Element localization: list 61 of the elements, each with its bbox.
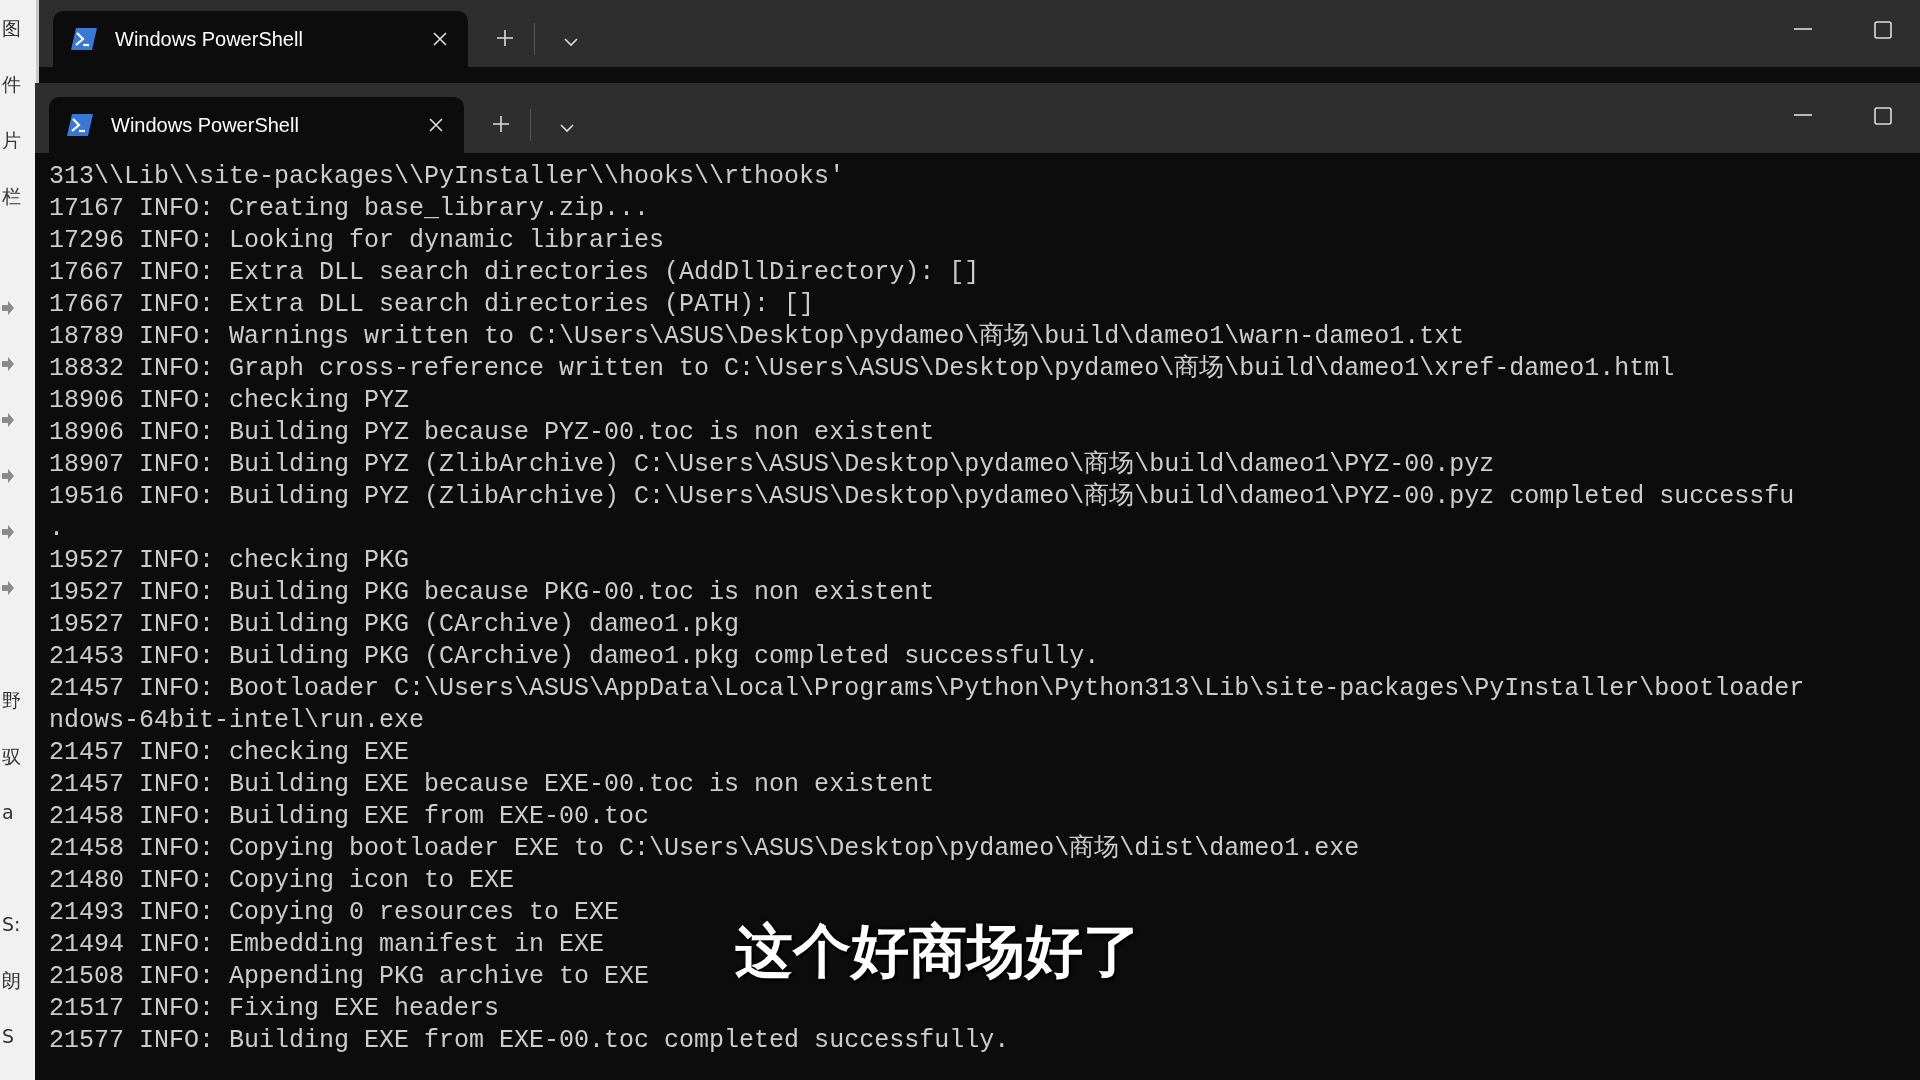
terminal-line: 21577 INFO: Building EXE from EXE-00.toc completed successfully. [49,1025,1010,1057]
chevron-down-icon[interactable] [559,123,575,133]
terminal-line: 21453 INFO: Building PKG (CArchive) dameo1.pkg completed successfully. [49,641,1100,673]
terminal-line: 21458 INFO: Building EXE from EXE-00.toc [49,801,650,833]
tab-title: Windows PowerShell [115,27,304,51]
terminal-line: 19527 INFO: Building PKG (CArchive) dameo1.pkg [49,609,740,641]
terminal-line: 19527 INFO: checking PKG [49,545,410,577]
terminal-line: 19516 INFO: Building PYZ (ZlibArchive) C:\Users\ASUS\Desktop\pydameo\商场\build\dameo1\PYZ-00.pyz completed successfu [49,481,1795,513]
terminal-tab[interactable]: Windows PowerShell [49,97,464,153]
terminal-line: 18832 INFO: Graph cross-reference written to C:\Users\ASUS\Desktop\pydameo\商场\build\dameo1\xref-dameo1.html [49,353,1675,385]
terminal-line: . [49,513,64,545]
sidebar-label: 件 [1,72,22,97]
minimize-icon[interactable] [1794,113,1812,117]
sidebar-label: S [1,1024,16,1049]
sidebar-label: 野 [1,688,22,713]
terminal-line: 17167 INFO: Creating base_library.zip... [49,193,650,225]
powershell-icon [67,114,93,136]
terminal-line: 18906 INFO: Building PYZ because PYZ-00.toc is non existent [49,417,935,449]
arrow-icon [2,357,14,371]
terminal-line: 17296 INFO: Looking for dynamic libraries [49,225,665,257]
arrow-icon [2,301,14,315]
terminal-line: 21457 INFO: checking EXE [49,737,410,769]
terminal-line: 17667 INFO: Extra DLL search directories (PATH): [] [49,289,815,321]
terminal-line: 18907 INFO: Building PYZ (ZlibArchive) C:\Users\ASUS\Desktop\pydameo\商场\build\dameo1\PYZ-00.pyz [49,449,1495,481]
close-icon[interactable] [428,117,444,133]
subtitle-caption: 这个好商场好了 [735,916,1141,987]
terminal-line: 21480 INFO: Copying icon to EXE [49,865,515,897]
terminal-line: 18906 INFO: checking PYZ [49,385,410,417]
terminal-line: 21457 INFO: Building EXE because EXE-00.toc is non existent [49,769,935,801]
sidebar-label: S: [1,912,22,937]
sidebar-label: 栏 [1,184,22,209]
terminal-line: 19527 INFO: Building PKG because PKG-00.toc is non existent [49,577,935,609]
minimize-icon[interactable] [1794,27,1812,31]
arrow-icon [2,413,14,427]
sidebar-label: a [1,800,15,825]
terminal-line: 21517 INFO: Fixing EXE headers [49,993,500,1025]
arrow-icon [2,581,14,595]
terminal-line: 17667 INFO: Extra DLL search directories (AddDllDirectory): [] [49,257,980,289]
powershell-icon [71,28,97,50]
terminal-line: 21457 INFO: Bootloader C:\Users\ASUS\AppData\Local\Programs\Python\Python313\Lib\site-packages\PyInstaller\bootloader [49,673,1805,705]
sidebar-label: 片 [1,128,22,153]
terminal-tab[interactable]: Windows PowerShell [53,11,468,67]
arrow-icon [2,525,14,539]
sidebar-label: 朗 [1,968,22,993]
tab-title: Windows PowerShell [111,113,300,137]
terminal-line: 18789 INFO: Warnings written to C:\Users\ASUS\Desktop\pydameo\商场\build\dameo1\warn-dameo1.txt [49,321,1465,353]
terminal-line: ndows-64bit-intel\run.exe [49,705,425,737]
sidebar-label: 图 [1,16,22,41]
plus-icon[interactable] [496,29,514,47]
arrow-icon [2,469,14,483]
terminal-line: 21493 INFO: Copying 0 resources to EXE [49,897,620,929]
terminal-line: 21508 INFO: Appending PKG archive to EXE [49,961,650,993]
close-icon[interactable] [432,31,448,47]
plus-icon[interactable] [492,115,510,133]
chevron-down-icon[interactable] [563,37,579,47]
terminal-line: 313\\Lib\\site-packages\\PyInstaller\\hooks\\rthooks' [49,161,845,193]
maximize-icon[interactable] [1874,21,1892,39]
terminal-line: 21494 INFO: Embedding manifest in EXE [49,929,605,961]
terminal-line: 21458 INFO: Copying bootloader EXE to C:\Users\ASUS\Desktop\pydameo\商场\dist\dameo1.exe [49,833,1360,865]
sidebar-label: 驭 [1,744,22,769]
maximize-icon[interactable] [1874,107,1892,125]
